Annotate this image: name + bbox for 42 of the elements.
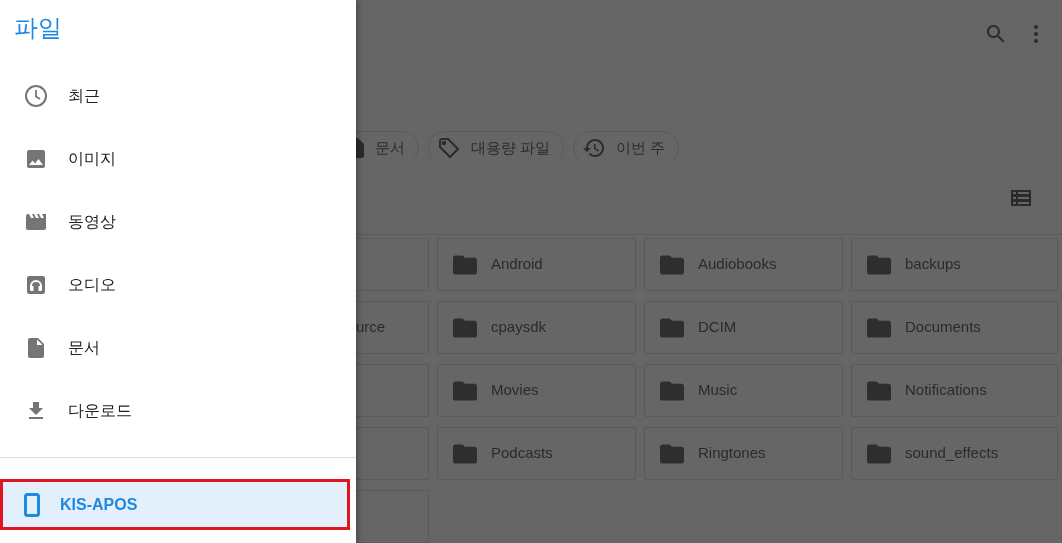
folder-icon	[660, 443, 684, 464]
folder-icon	[453, 254, 477, 275]
folder-tile[interactable]: Ringtones	[644, 427, 843, 480]
tag-icon	[437, 136, 461, 161]
drawer-item[interactable]: 동영상	[0, 190, 356, 253]
folder-tile[interactable]: Android	[437, 238, 636, 291]
phone-icon	[24, 492, 40, 517]
folder-icon	[867, 380, 891, 401]
drawer-item[interactable]: 오디오	[0, 253, 356, 316]
folder-icon	[453, 443, 477, 464]
folder-tile[interactable]: Notifications	[851, 364, 1058, 417]
folder-tile[interactable]: Documents	[851, 301, 1058, 354]
folder-icon	[867, 443, 891, 464]
folder-tile[interactable]: Audiobooks	[644, 238, 843, 291]
folder-tile[interactable]	[356, 427, 429, 480]
drawer-item[interactable]: 이미지	[0, 127, 356, 190]
folder-tile[interactable]: sound_effects	[851, 427, 1058, 480]
drawer-item[interactable]: 최근	[0, 64, 356, 127]
folder-tile[interactable]	[356, 238, 429, 291]
folder-icon	[453, 317, 477, 338]
folder-tile[interactable]: cpaysdk	[437, 301, 636, 354]
folder-icon	[867, 317, 891, 338]
more-icon[interactable]	[1032, 23, 1040, 44]
folder-tile[interactable]: urce	[356, 301, 429, 354]
folder-icon	[660, 380, 684, 401]
folder-tile[interactable]	[356, 364, 429, 417]
folder-tile[interactable]: Podcasts	[437, 427, 636, 480]
drawer-item[interactable]: 문서	[0, 316, 356, 379]
folder-tile[interactable]	[356, 490, 429, 543]
folder-tile[interactable]: Movies	[437, 364, 636, 417]
drawer-title: 파일	[14, 13, 62, 43]
folder-tile[interactable]: DCIM	[644, 301, 843, 354]
folder-icon	[660, 254, 684, 275]
list-view-icon[interactable]	[1011, 190, 1031, 207]
device-item[interactable]: KIS-APOS	[0, 479, 350, 530]
clock-icon	[24, 83, 48, 108]
folder-tile[interactable]: Music	[644, 364, 843, 417]
drawer-item[interactable]: 다운로드	[0, 379, 356, 442]
folder-icon	[660, 317, 684, 338]
folder-tile[interactable]: backups	[851, 238, 1058, 291]
folder-icon	[453, 380, 477, 401]
folder-icon	[867, 254, 891, 275]
